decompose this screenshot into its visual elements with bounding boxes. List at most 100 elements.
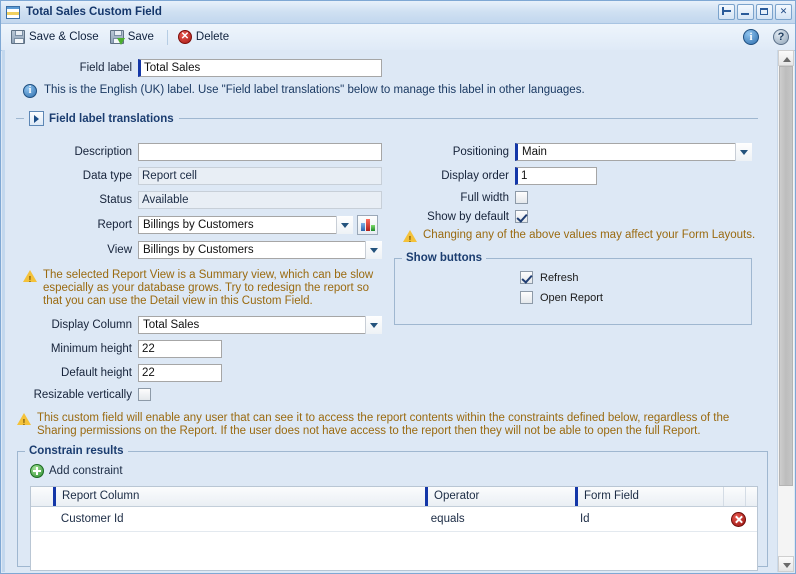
chevron-down-icon[interactable] (365, 316, 382, 334)
show-buttons-fieldset: Show buttons Refresh Open Report (394, 258, 752, 325)
show-buttons-legend: Show buttons (402, 252, 486, 264)
default-height-input[interactable] (138, 364, 222, 382)
status-value: Available (138, 191, 382, 209)
open-report-checkbox[interactable] (520, 291, 533, 304)
th-action (723, 487, 745, 506)
warning-triangle-icon (23, 270, 37, 282)
application-window: Total Sales Custom Field ✕ Save & Close … (0, 0, 796, 574)
positioning-select[interactable]: Main (515, 143, 752, 161)
minimize-button[interactable] (737, 4, 754, 20)
display-column-select[interactable]: Total Sales (138, 316, 382, 334)
help-icon[interactable]: ? (773, 29, 789, 45)
minimum-height-label: Minimum height (5, 343, 138, 355)
th-select (31, 487, 53, 506)
english-label-note: i This is the English (UK) label. Use "F… (23, 84, 757, 98)
constraints-table-header: Report Column Operator Form Field (31, 487, 757, 507)
expand-translations-button[interactable] (29, 111, 44, 126)
floppy-disk-save-icon (110, 30, 124, 44)
show-by-default-label: Show by default (393, 211, 515, 223)
vertical-scrollbar[interactable] (777, 50, 794, 572)
info-icon[interactable]: i (743, 29, 759, 45)
floppy-disk-icon (11, 30, 25, 44)
summary-view-warning-text: The selected Report View is a Summary vi… (43, 269, 383, 308)
status-label: Status (5, 194, 138, 206)
display-column-select-value[interactable]: Total Sales (138, 316, 382, 334)
close-button[interactable]: ✕ (775, 4, 792, 20)
report-select-value[interactable]: Billings by Customers (138, 216, 353, 234)
positioning-label: Positioning (393, 146, 515, 158)
warning-triangle-icon (17, 413, 31, 425)
view-select-value[interactable]: Billings by Customers (138, 241, 382, 259)
info-circle-icon: i (23, 84, 37, 98)
form-layout-warning-text: Changing any of the above values may aff… (423, 229, 755, 242)
toolbar: Save & Close Save ✕ Delete i ? (1, 24, 795, 51)
th-spacer (745, 487, 757, 506)
toolbar-divider (167, 30, 168, 45)
th-form-field[interactable]: Form Field (575, 487, 723, 506)
report-label: Report (5, 219, 138, 231)
close-icon: ✕ (776, 5, 791, 17)
data-type-label: Data type (5, 170, 138, 182)
english-label-note-text: This is the English (UK) label. Use "Fie… (44, 84, 585, 96)
constraints-table: Report Column Operator Form Field Custom… (30, 486, 758, 571)
save-and-close-button[interactable]: Save & Close (7, 27, 106, 47)
cell-report-column: Customer Id (53, 513, 423, 525)
description-input[interactable] (138, 143, 382, 161)
default-height-label: Default height (5, 367, 138, 379)
th-operator[interactable]: Operator (425, 487, 575, 506)
scroll-up-button[interactable] (778, 50, 794, 66)
chevron-down-icon[interactable] (365, 241, 382, 259)
display-order-input[interactable] (515, 167, 597, 185)
form-layout-warning: Changing any of the above values may aff… (403, 229, 773, 242)
refresh-checkbox[interactable] (520, 271, 533, 284)
table-row[interactable]: Customer Id equals Id (31, 507, 757, 532)
th-report-column[interactable]: Report Column (53, 487, 425, 506)
summary-view-warning: The selected Report View is a Summary vi… (23, 269, 383, 308)
full-width-checkbox[interactable] (515, 191, 528, 204)
cell-operator: equals (423, 513, 572, 525)
form-scroll-content: Field label i This is the English (UK) l… (2, 50, 777, 572)
view-select[interactable]: Billings by Customers (138, 241, 382, 259)
chevron-down-icon[interactable] (735, 143, 752, 161)
add-constraint-button[interactable]: Add constraint (30, 464, 123, 478)
pin-button[interactable] (718, 4, 735, 20)
window-title: Total Sales Custom Field (26, 6, 718, 18)
report-select[interactable]: Billings by Customers (138, 216, 353, 234)
open-report-label: Open Report (540, 292, 603, 304)
resizable-vertically-label: Resizable vertically (5, 389, 138, 401)
form-window-icon (6, 6, 20, 19)
field-label-translations-label: Field label translations (49, 113, 174, 125)
open-report-chart-button[interactable] (357, 215, 378, 235)
refresh-label: Refresh (540, 272, 579, 284)
field-label-label: Field label (5, 62, 138, 74)
resizable-vertically-checkbox[interactable] (138, 388, 151, 401)
sharing-warning: This custom field will enable any user t… (17, 412, 757, 438)
sharing-warning-text: This custom field will enable any user t… (37, 412, 757, 438)
maximize-button[interactable] (756, 4, 773, 20)
constrain-results-fieldset: Constrain results Add constraint Report … (17, 451, 768, 567)
warning-triangle-icon (403, 230, 417, 242)
description-label: Description (5, 146, 138, 158)
field-label-translations-section: Field label translations (16, 111, 758, 126)
minimum-height-input[interactable] (138, 340, 222, 358)
scroll-down-button[interactable] (778, 556, 794, 572)
field-label-input[interactable] (138, 59, 382, 77)
display-column-label: Display Column (5, 319, 138, 331)
chevron-down-icon[interactable] (336, 216, 353, 234)
scrollbar-thumb[interactable] (779, 66, 793, 486)
window-controls: ✕ (718, 4, 792, 20)
show-by-default-checkbox[interactable] (515, 210, 528, 223)
title-bar: Total Sales Custom Field ✕ (1, 1, 795, 24)
save-button[interactable]: Save (106, 27, 161, 47)
delete-constraint-icon[interactable] (731, 512, 746, 527)
scrollbar-track[interactable] (778, 66, 794, 556)
data-type-value: Report cell (138, 167, 382, 185)
add-constraint-label: Add constraint (49, 465, 123, 477)
positioning-select-value[interactable]: Main (515, 143, 752, 161)
display-order-label: Display order (393, 170, 515, 182)
constrain-results-legend: Constrain results (25, 445, 128, 457)
delete-x-icon: ✕ (178, 30, 192, 44)
body-area: Field label i This is the English (UK) l… (2, 50, 794, 572)
delete-button[interactable]: ✕ Delete (174, 27, 236, 47)
save-and-close-label: Save & Close (29, 31, 99, 43)
